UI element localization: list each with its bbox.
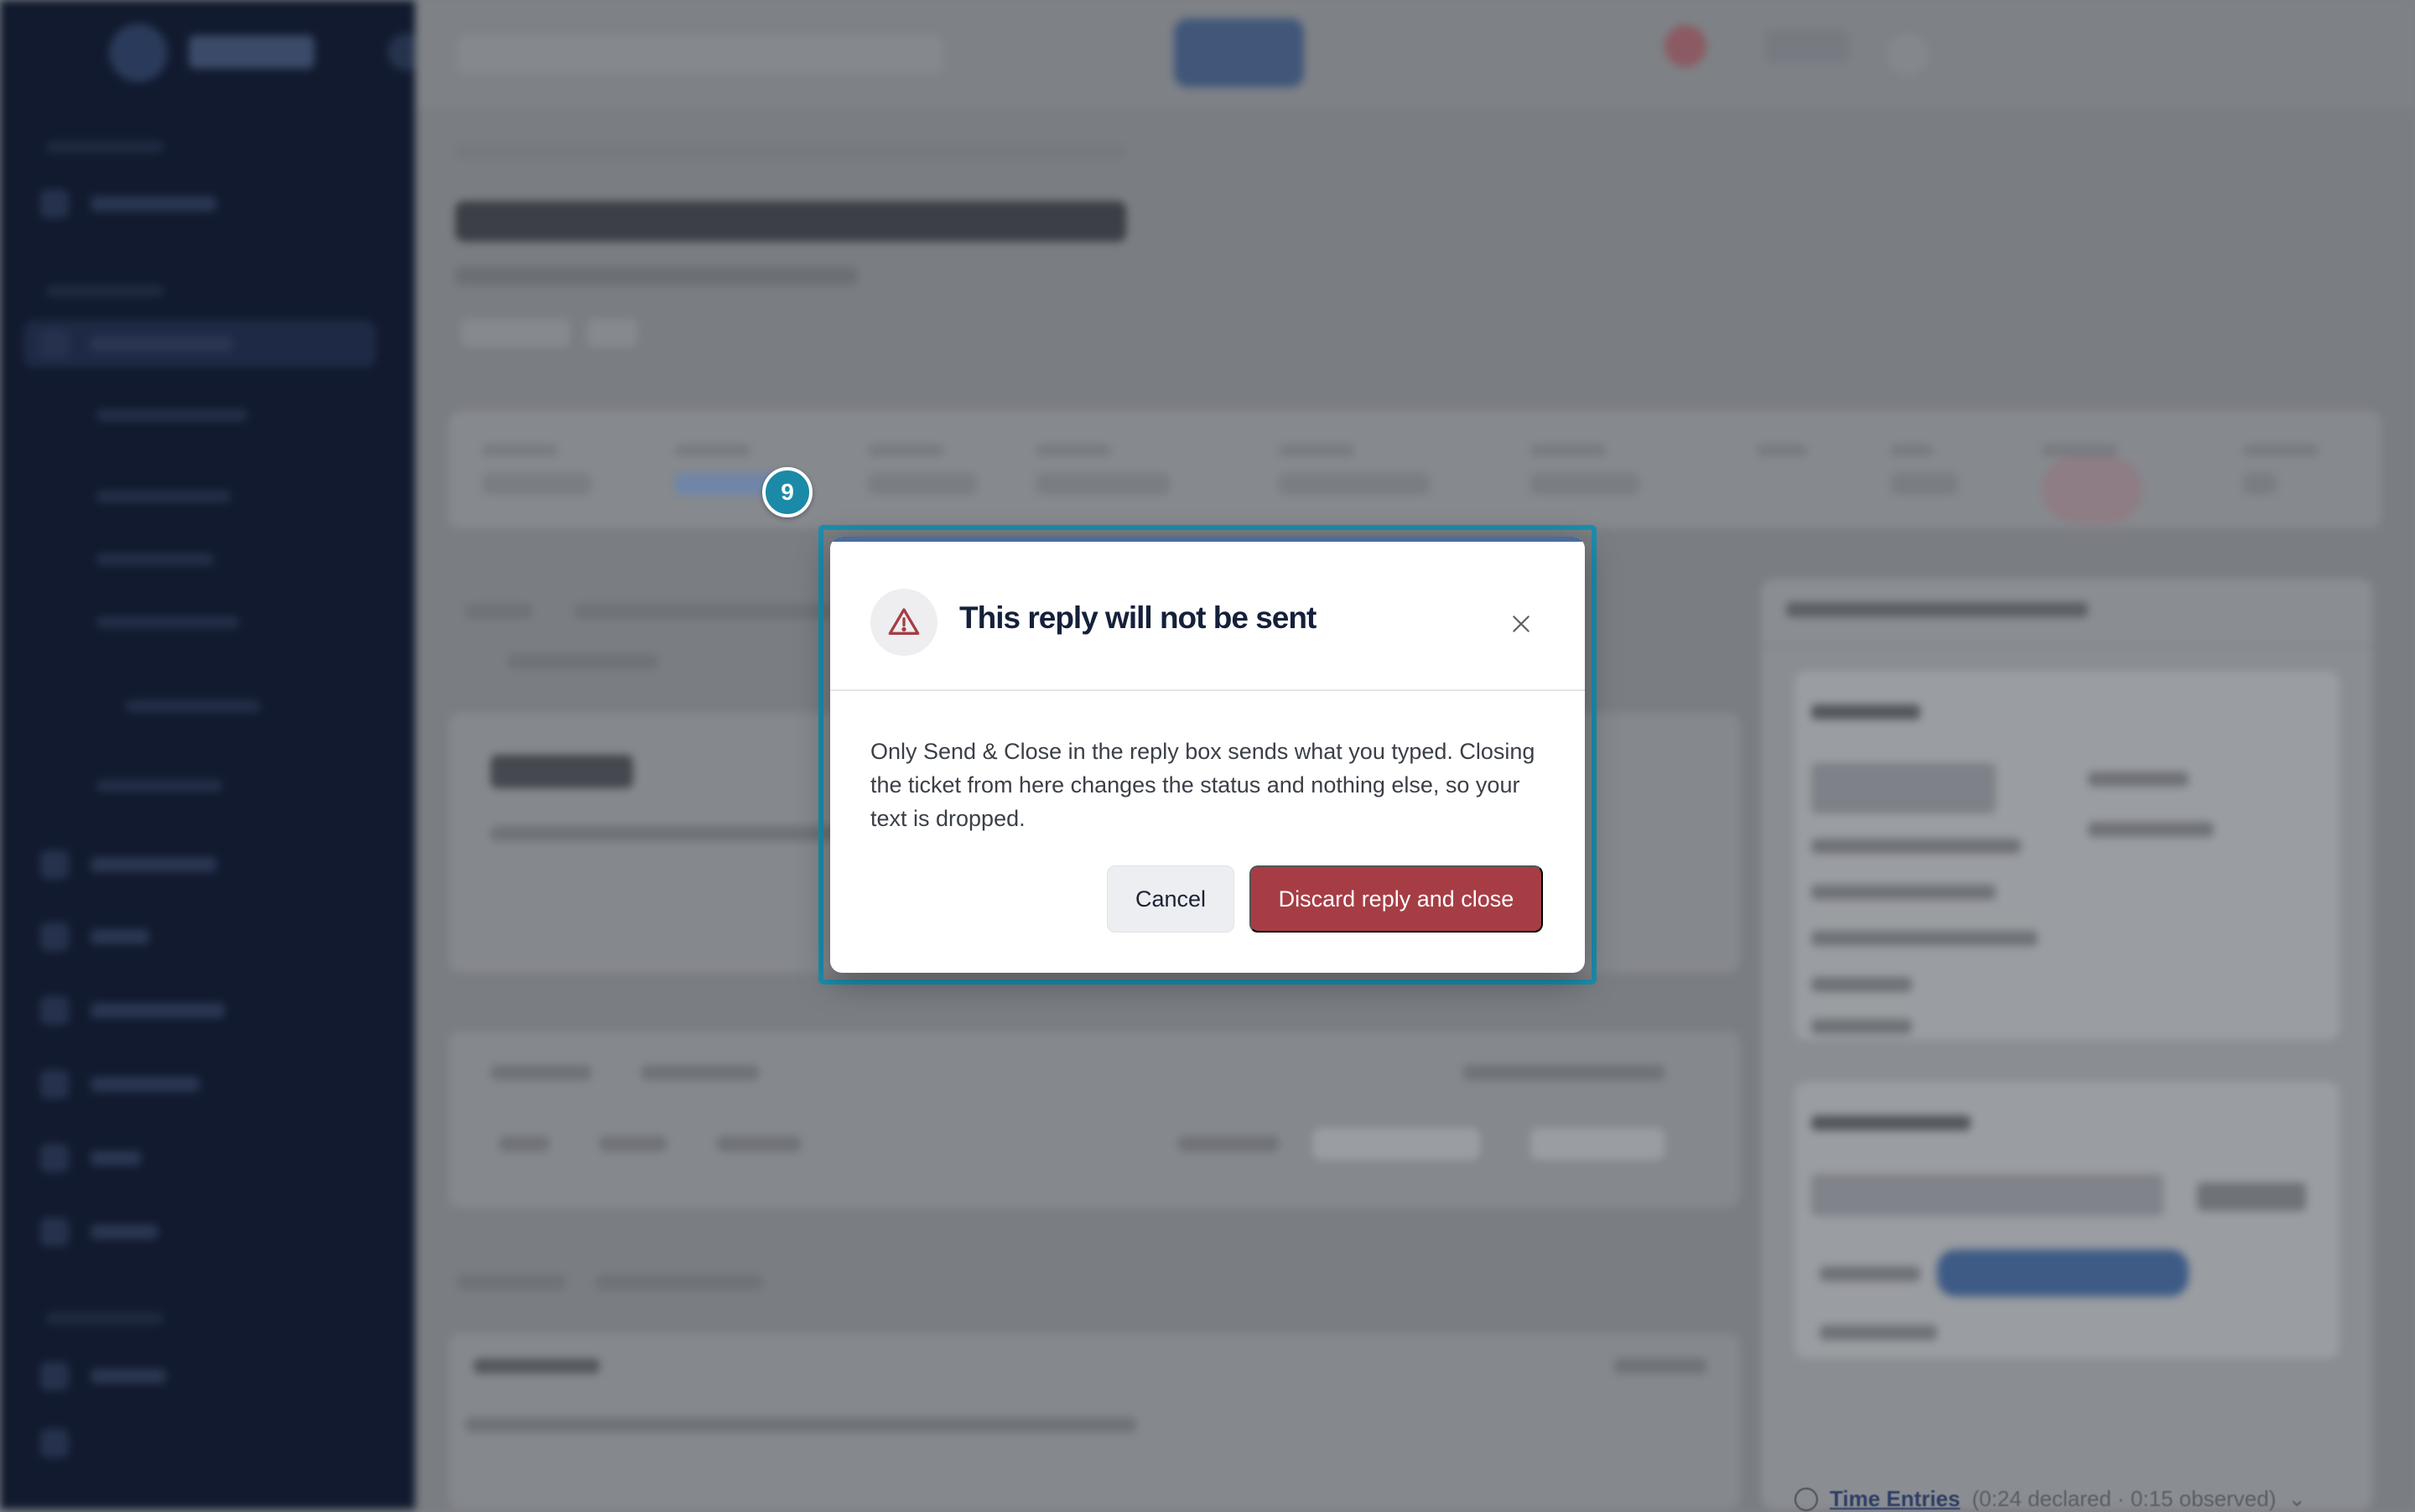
topbar xyxy=(415,0,2415,109)
sidebar-item[interactable] xyxy=(40,1070,200,1099)
time-entries-summary: (0:24 declared · 0:15 observed) xyxy=(1971,1486,2277,1511)
logo xyxy=(189,35,314,69)
sidebar-section-label xyxy=(46,141,164,153)
notification-icon[interactable] xyxy=(1665,25,1706,67)
user-name xyxy=(1765,29,1849,63)
avatar[interactable] xyxy=(1887,34,1929,75)
activity-card xyxy=(449,1333,1740,1509)
dialog-message: Only Send & Close in the reply box sends… xyxy=(870,739,1535,831)
logo-icon xyxy=(109,23,168,82)
sidebar-item[interactable] xyxy=(40,190,216,218)
step-badge: 9 xyxy=(762,467,813,517)
tag xyxy=(461,319,570,347)
sidebar-item[interactable] xyxy=(40,1429,69,1457)
warning-triangle-icon xyxy=(870,589,937,656)
dialog-header: This reply will not be sent xyxy=(830,542,1585,691)
time-card xyxy=(1794,1082,2340,1359)
dialog-title: This reply will not be sent xyxy=(959,600,1317,635)
discard-reply-and-close-button[interactable]: Discard reply and close xyxy=(1249,865,1543,933)
breadcrumb xyxy=(455,144,1126,159)
sidebar-item[interactable] xyxy=(40,330,233,358)
chevron-down-icon: ⌄ xyxy=(2288,1486,2307,1511)
sidebar-subitem[interactable] xyxy=(96,553,214,565)
ticket-fields xyxy=(449,411,2381,528)
clock-icon xyxy=(1794,1487,1818,1511)
time-entries-header[interactable]: Time Entries (0:24 declared · 0:15 obser… xyxy=(1794,1486,2306,1512)
primary-action-button[interactable] xyxy=(1174,18,1304,87)
sidebar-item[interactable] xyxy=(40,996,225,1025)
sidebar-item[interactable] xyxy=(40,922,149,951)
sidebar-subitem[interactable] xyxy=(96,616,239,628)
sidebar-subitem[interactable] xyxy=(96,491,231,502)
sidebar-subitem[interactable] xyxy=(126,700,260,712)
contact-card xyxy=(1794,671,2340,1040)
reply-box xyxy=(449,1031,1740,1208)
search-input[interactable] xyxy=(457,35,943,74)
sidebar-item[interactable] xyxy=(40,1218,158,1246)
time-entries-label: Time Entries xyxy=(1830,1486,1961,1511)
sidebar-subitem[interactable] xyxy=(96,409,247,421)
sidebar-item[interactable] xyxy=(40,850,216,879)
cancel-button[interactable]: Cancel xyxy=(1107,865,1234,933)
discard-reply-dialog: This reply will not be sent Only Send & … xyxy=(830,537,1585,973)
sidebar xyxy=(0,0,424,1509)
right-panel xyxy=(1761,579,2373,1509)
sidebar-item[interactable] xyxy=(40,1144,141,1172)
sidebar-item[interactable] xyxy=(40,1362,166,1390)
page-subtitle xyxy=(455,267,858,285)
tag xyxy=(587,319,637,347)
sidebar-subitem[interactable] xyxy=(96,780,222,792)
sidebar-section-label xyxy=(46,1312,164,1324)
page-title xyxy=(455,201,1126,242)
sidebar-section-label xyxy=(46,285,164,297)
close-icon[interactable] xyxy=(1501,604,1541,644)
